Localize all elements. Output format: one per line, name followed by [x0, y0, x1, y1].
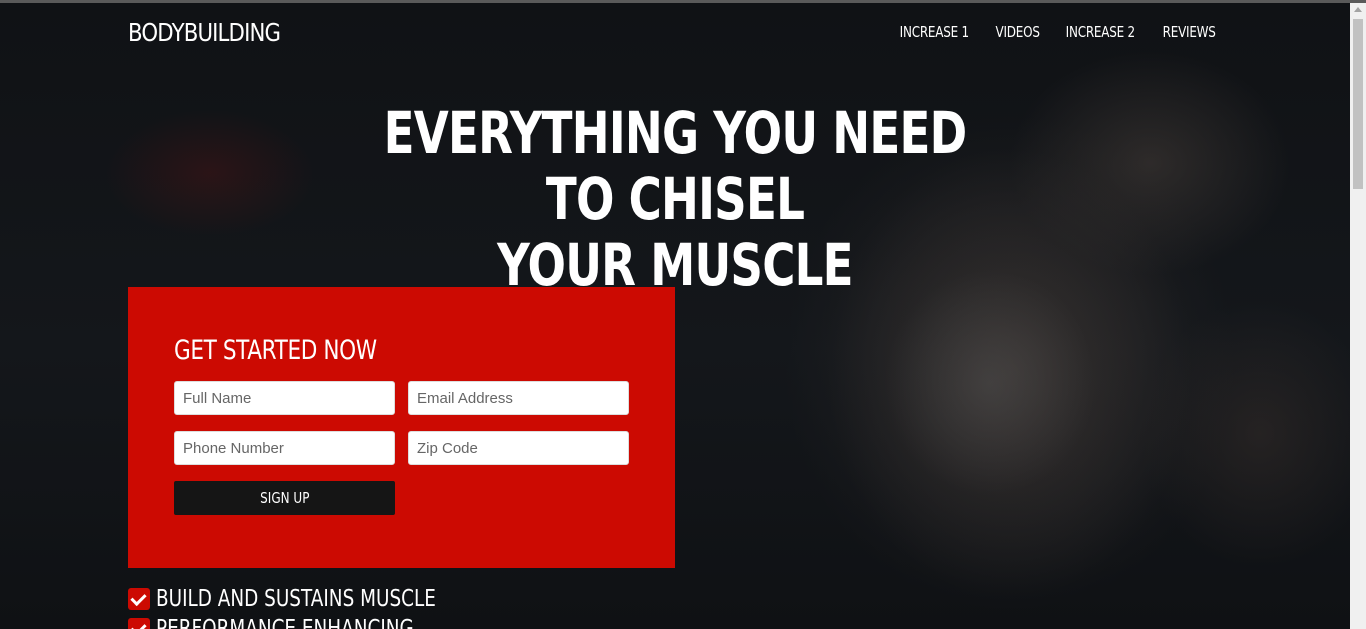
hero-headline: EVERYTHING YOU NEED TO CHISEL YOUR MUSCL…	[363, 100, 987, 298]
scroll-up-arrow-icon[interactable]	[1354, 7, 1362, 12]
full-name-input[interactable]	[174, 381, 395, 415]
checkmark-icon	[128, 588, 150, 610]
email-input[interactable]	[408, 381, 629, 415]
hero-headline-line-1: EVERYTHING YOU NEED TO CHISEL	[383, 99, 968, 233]
feature-list: BUILD AND SUSTAINS MUSCLE PERFORMANCE EN…	[128, 584, 506, 629]
sign-up-button-label: SIGN UP	[259, 489, 310, 507]
vertical-scrollbar[interactable]	[1350, 3, 1366, 629]
nav-link-increase-2[interactable]: INCREASE 2	[1066, 23, 1136, 41]
phone-input[interactable]	[174, 431, 395, 465]
main-nav: INCREASE 1 VIDEOS INCREASE 2 REVIEWS	[891, 23, 1222, 41]
feature-item: BUILD AND SUSTAINS MUSCLE	[128, 584, 506, 614]
sign-up-button[interactable]: SIGN UP	[174, 481, 395, 515]
nav-link-videos[interactable]: VIDEOS	[995, 23, 1039, 41]
signup-form-panel: GET STARTED NOW SIGN UP	[128, 287, 675, 568]
nav-link-increase-1[interactable]: INCREASE 1	[900, 23, 970, 41]
checkmark-icon	[128, 618, 150, 629]
site-logo[interactable]: BODYBUILDING	[128, 18, 281, 47]
zip-code-input[interactable]	[408, 431, 629, 465]
feature-label: PERFORMANCE ENHANCING	[156, 616, 414, 629]
nav-link-reviews[interactable]: REVIEWS	[1162, 23, 1215, 41]
form-title: GET STARTED NOW	[174, 335, 377, 366]
scrollbar-thumb[interactable]	[1353, 19, 1363, 189]
feature-item: PERFORMANCE ENHANCING	[128, 614, 506, 629]
feature-label: BUILD AND SUSTAINS MUSCLE	[156, 586, 436, 612]
